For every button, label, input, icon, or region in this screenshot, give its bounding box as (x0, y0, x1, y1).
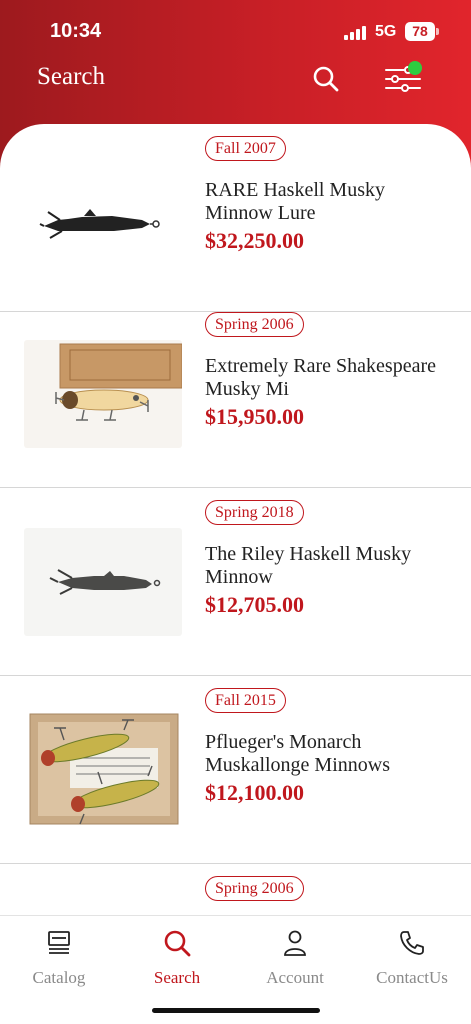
results-list: Fall 2007 RARE Haskell Musky Minnow Lure… (0, 124, 471, 915)
season-badge: Spring 2006 (205, 876, 304, 901)
item-title: The Riley Haskell Musky Minnow (205, 543, 412, 588)
tab-account[interactable]: Account (236, 916, 354, 1006)
status-bar: 10:34 5G 78 (0, 0, 471, 60)
person-icon (284, 930, 306, 956)
item-image (24, 528, 182, 636)
item-price: $15,950.00 (205, 404, 304, 429)
signal-icon (344, 26, 368, 40)
item-title: Pflueger's Monarch Muskallonge Minnows (205, 731, 390, 776)
catalog-icon (48, 931, 70, 954)
season-badge: Spring 2006 (205, 312, 304, 337)
tab-label: Catalog (32, 968, 86, 987)
item-price: $12,705.00 (205, 592, 304, 617)
tab-label: Search (153, 968, 201, 987)
list-item[interactable]: Fall 2015 Pflueger's Monarch Muskallonge… (0, 676, 471, 864)
item-image (24, 700, 182, 836)
search-icon[interactable] (311, 64, 341, 94)
battery-tip (436, 28, 439, 35)
item-image (24, 164, 182, 272)
season-badge: Fall 2007 (205, 136, 286, 161)
season-badge: Spring 2018 (205, 500, 304, 525)
list-item[interactable]: Spring 2018 The Riley Haskell Musky Minn… (0, 488, 471, 676)
tab-catalog[interactable]: Catalog (0, 916, 118, 1006)
page-title: Search (37, 63, 106, 90)
status-time: 10:34 (50, 20, 102, 42)
tab-label: ContactUs (376, 968, 448, 987)
network-label: 5G (375, 23, 397, 40)
battery-icon: 78 (405, 22, 435, 41)
item-price: $12,100.00 (205, 780, 304, 805)
item-title: Extremely Rare Shakespeare Musky Mi (205, 355, 437, 400)
item-title: RARE Haskell Musky Minnow Lure (205, 179, 385, 224)
tab-search[interactable]: Search (118, 916, 236, 1006)
search-icon (164, 930, 191, 957)
item-price: $32,250.00 (205, 228, 304, 253)
list-item[interactable]: Spring 2006 (0, 864, 471, 915)
list-item[interactable]: Spring 2006 Extremely Rare Shakespeare M… (0, 300, 471, 488)
tab-label: Account (266, 968, 324, 987)
home-indicator (152, 1008, 320, 1013)
phone-icon (400, 931, 424, 955)
season-badge: Fall 2015 (205, 688, 286, 713)
list-item[interactable]: Fall 2007 RARE Haskell Musky Minnow Lure… (0, 124, 471, 312)
filter-active-dot (408, 61, 422, 75)
tab-contact-us[interactable]: ContactUs (353, 916, 471, 1006)
item-image (24, 340, 182, 448)
